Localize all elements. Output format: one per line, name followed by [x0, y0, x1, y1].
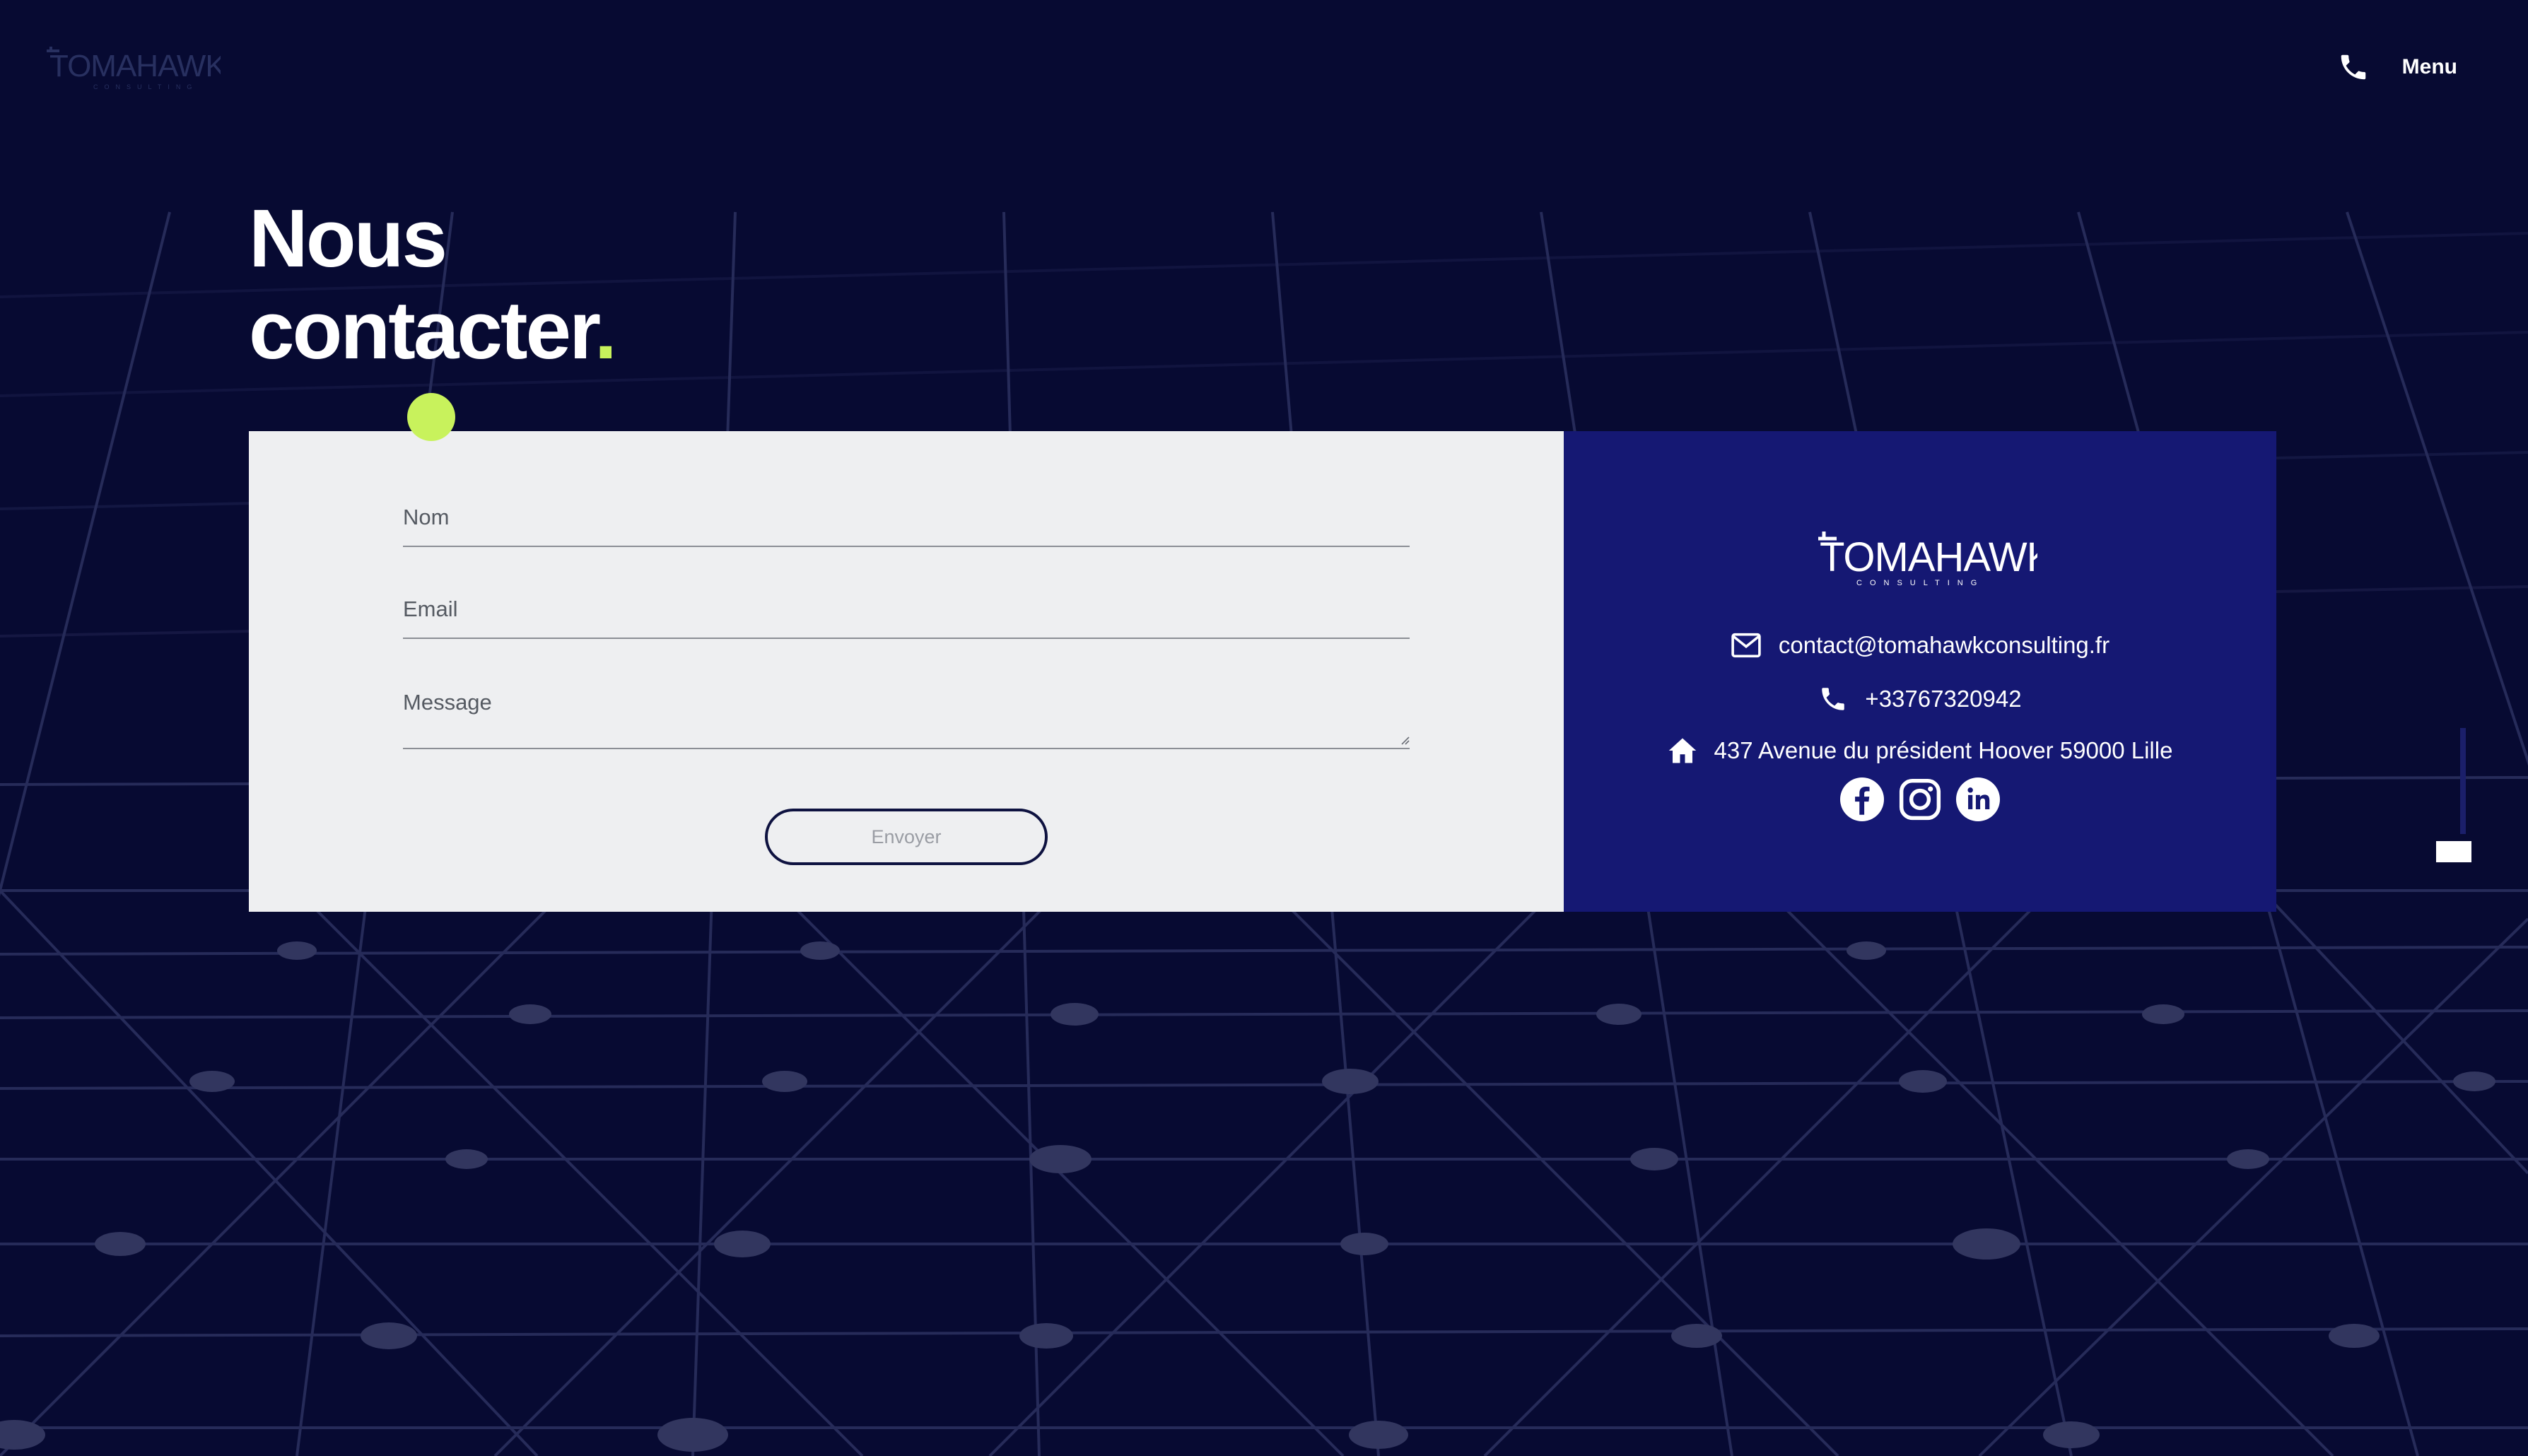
- tomahawk-logo-icon: TOMAHAWK CONSULTING: [1818, 532, 2037, 587]
- social-links: [1564, 777, 2276, 821]
- page-title: Nous contacter.: [249, 192, 617, 376]
- logo-subtext: CONSULTING: [93, 83, 198, 90]
- contact-form: Nom Email Message Envoyer: [249, 431, 1564, 912]
- facebook-icon[interactable]: [1840, 777, 1884, 821]
- send-button[interactable]: Envoyer: [765, 809, 1048, 865]
- site-logo[interactable]: TOMAHAWK CONSULTING: [44, 44, 226, 97]
- contact-address: 437 Avenue du président Hoover 59000 Lil…: [1714, 737, 2173, 763]
- phone-icon: [1822, 688, 1845, 710]
- phone-icon: [2341, 54, 2365, 80]
- email-field[interactable]: Email: [403, 597, 1410, 639]
- info-logo-text: TOMAHAWK: [1820, 534, 2037, 580]
- name-label: Nom: [403, 505, 450, 529]
- scroll-indicator-track[interactable]: [2460, 728, 2466, 834]
- info-logo-subtext: CONSULTING: [1856, 579, 1984, 587]
- title-accent-dot: .: [594, 284, 617, 376]
- message-field[interactable]: Message: [403, 690, 1410, 749]
- instagram-icon[interactable]: [1898, 777, 1942, 821]
- header-actions: Menu: [2337, 51, 2457, 83]
- page-title-line1: Nous: [249, 192, 447, 284]
- contact-info-panel: TOMAHAWK CONSULTING contact@tomahawkcons…: [1564, 431, 2276, 912]
- cursor-dot: [407, 393, 455, 441]
- contact-email[interactable]: contact@tomahawkconsulting.fr: [1779, 632, 2109, 659]
- home-icon: [1668, 738, 1696, 763]
- message-label: Message: [403, 690, 492, 715]
- email-label: Email: [403, 597, 458, 621]
- phone-link[interactable]: [2337, 51, 2370, 83]
- contact-phone-row[interactable]: +33767320942: [1564, 684, 2276, 714]
- menu-button[interactable]: Menu: [2402, 55, 2457, 79]
- page-title-line2: contacter: [249, 284, 597, 376]
- linkedin-icon[interactable]: [1956, 777, 2000, 821]
- contact-email-row[interactable]: contact@tomahawkconsulting.fr: [1564, 632, 2276, 659]
- scroll-indicator-thumb[interactable]: [2436, 841, 2471, 862]
- mail-icon: [1731, 633, 1761, 658]
- name-field[interactable]: Nom: [403, 505, 1410, 547]
- contact-address-row: 437 Avenue du président Hoover 59000 Lil…: [1564, 736, 2276, 765]
- contact-phone[interactable]: +33767320942: [1865, 686, 2021, 712]
- tomahawk-logo-icon: TOMAHAWK CONSULTING: [47, 47, 226, 90]
- logo-text: TOMAHAWK: [49, 49, 221, 83]
- resize-handle-icon[interactable]: [1398, 734, 1410, 745]
